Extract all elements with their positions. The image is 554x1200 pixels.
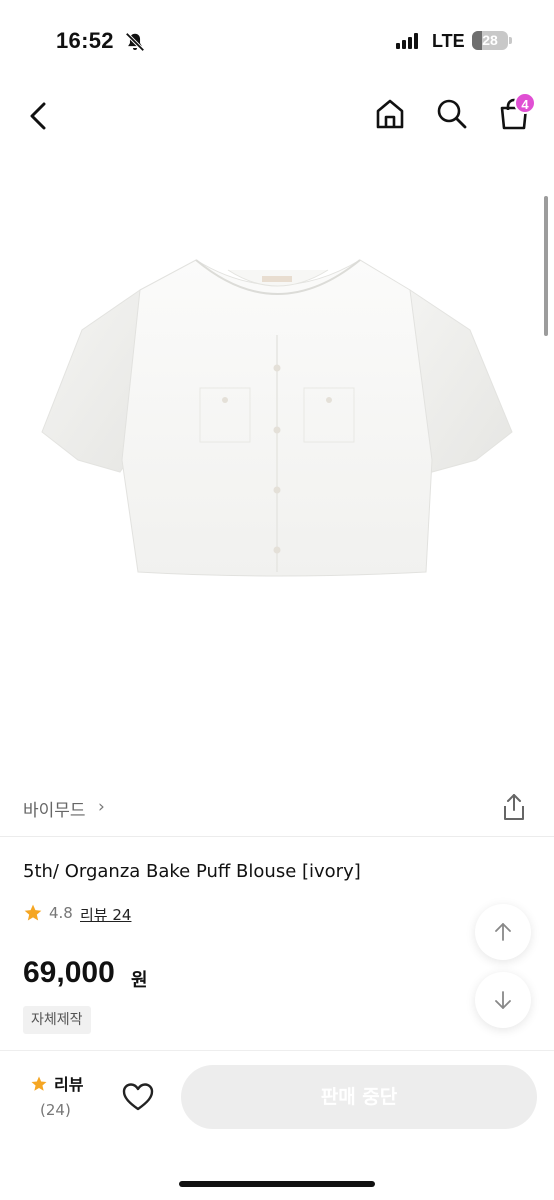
divider [0,836,554,837]
scroll-top-button[interactable] [475,904,531,960]
status-bar: 16:52 LTE 28 [0,0,554,84]
battery-cap [509,37,512,44]
star-icon [31,1076,47,1091]
scroll-bottom-button[interactable] [475,972,531,1028]
home-icon[interactable] [372,96,408,132]
review-button-count[interactable]: (24) [40,1101,71,1119]
heart-icon[interactable] [120,1079,156,1115]
product-title: 5th/ Organza Bake Puff Blouse [ivory] [23,861,361,882]
price: 69,000 [23,956,115,989]
share-icon[interactable] [500,792,528,822]
battery-level: 28 [482,32,498,48]
review-count-link[interactable]: 리뷰 24 [80,904,131,925]
price-unit: 원 [131,970,148,991]
product-image[interactable] [0,160,554,770]
chevron-right-icon[interactable]: › [98,797,105,817]
cart-count-badge: 4 [514,92,536,114]
arrow-down-icon [495,991,511,1009]
brand-row: 바이무드 › [0,784,554,834]
top-nav: 4 [0,84,554,148]
rating-value: 4.8 [49,904,73,922]
product-tag: 자체제작 [23,1006,91,1034]
blouse-image [41,259,513,577]
review-button-label[interactable]: 리뷰 [54,1071,83,1095]
search-icon[interactable] [434,96,470,132]
home-indicator [179,1181,375,1187]
scroll-indicator[interactable] [544,196,548,336]
battery-icon: 28 [472,31,508,50]
status-time: 16:52 [56,28,114,53]
signal-icon [396,33,420,49]
star-icon [24,904,42,921]
arrow-up-icon [495,923,511,941]
bell-muted-icon [125,32,145,52]
network-type: LTE [432,31,465,51]
bottom-action-bar: 리뷰 (24) 판매 중단 [0,1050,554,1200]
sold-out-button[interactable]: 판매 중단 [181,1065,537,1129]
back-icon[interactable] [22,96,58,136]
brand-link[interactable]: 바이무드 [23,796,86,821]
